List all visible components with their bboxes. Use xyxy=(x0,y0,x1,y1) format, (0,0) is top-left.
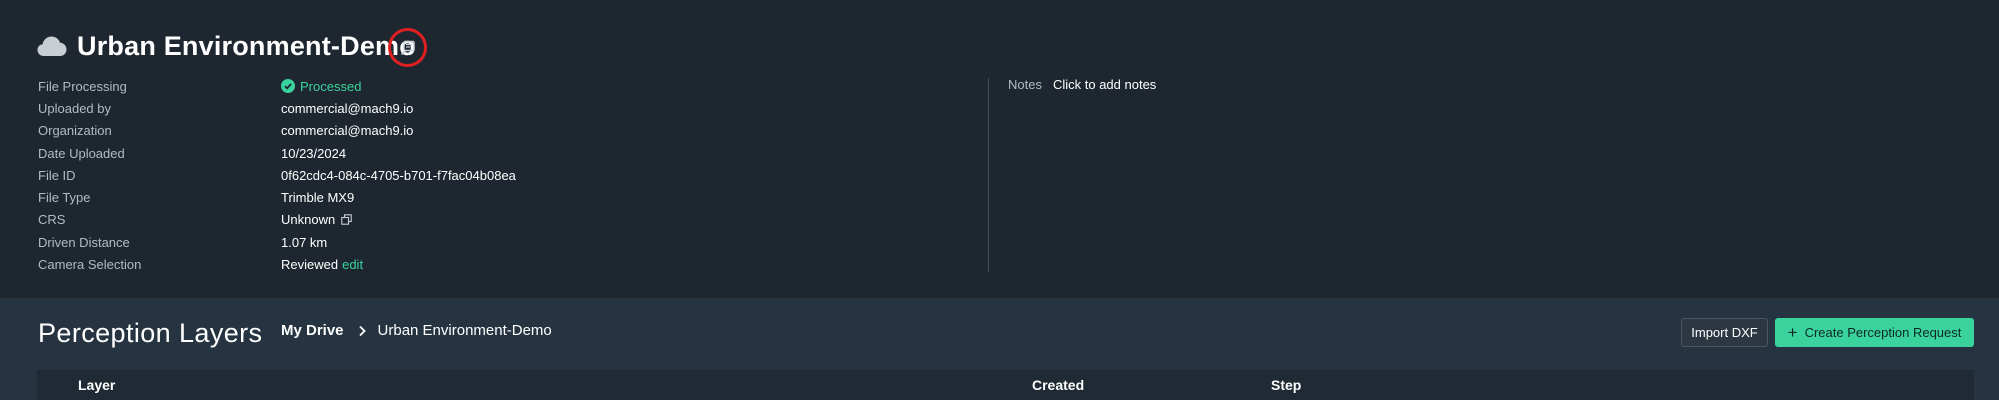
breadcrumb-current: Urban Environment-Demo xyxy=(377,322,552,339)
create-perception-request-button[interactable]: + Create Perception Request xyxy=(1775,318,1974,347)
meta-value: commercial@mach9.io xyxy=(281,123,414,139)
plus-icon: + xyxy=(1787,323,1798,342)
title-row: Urban Environment-Demo xyxy=(37,28,416,64)
status-badge: Processed xyxy=(281,79,361,94)
file-metadata: File Processing Processed Uploaded by co… xyxy=(38,75,638,276)
vertical-divider xyxy=(988,78,989,272)
meta-value: Trimble MX9 xyxy=(281,190,355,206)
meta-label: File ID xyxy=(38,167,76,183)
import-dxf-button[interactable]: Import DXF xyxy=(1681,318,1768,347)
perception-layers-section: Perception Layers My Drive Urban Environ… xyxy=(0,298,1999,400)
meta-label: File Type xyxy=(38,190,91,206)
column-header-step[interactable]: Step xyxy=(1271,377,1301,393)
check-circle-icon xyxy=(281,79,295,94)
crs-value: Unknown xyxy=(281,212,336,228)
edit-camera-link[interactable]: edit xyxy=(342,257,363,272)
meta-row-file-id: File ID 0f62cdc4-084c-4705-b701-f7fac04b… xyxy=(38,164,638,186)
breadcrumb: My Drive Urban Environment-Demo xyxy=(281,322,552,339)
meta-value-crs: Unknown xyxy=(281,212,352,227)
meta-label: File Processing xyxy=(38,78,127,94)
meta-label: Driven Distance xyxy=(38,234,130,250)
meta-value-camera: Reviewed edit xyxy=(281,257,363,272)
meta-row-file-type: File Type Trimble MX9 xyxy=(38,186,638,208)
meta-label: Organization xyxy=(38,123,112,139)
status-text: Processed xyxy=(300,78,362,94)
meta-label: CRS xyxy=(38,212,66,228)
meta-row-organization: Organization commercial@mach9.io xyxy=(38,120,638,142)
page-title: Urban Environment-Demo xyxy=(77,30,416,61)
cloud-icon xyxy=(37,35,67,57)
meta-label: Uploaded by xyxy=(38,100,111,116)
meta-value: 10/23/2024 xyxy=(281,145,347,161)
section-title: Perception Layers xyxy=(38,318,263,348)
edit-title-icon[interactable] xyxy=(388,28,427,67)
file-details-panel: Urban Environment-Demo File Processing P… xyxy=(0,0,1999,298)
meta-row-date-uploaded: Date Uploaded 10/23/2024 xyxy=(38,142,638,164)
column-header-layer[interactable]: Layer xyxy=(78,377,115,393)
meta-row-crs: CRS Unknown xyxy=(38,209,638,231)
column-header-created[interactable]: Created xyxy=(1032,377,1084,393)
meta-value: 0f62cdc4-084c-4705-b701-f7fac04b08ea xyxy=(281,167,516,183)
notes-section: Notes Click to add notes xyxy=(1008,77,1156,92)
chevron-right-icon xyxy=(358,325,366,337)
notes-input[interactable]: Click to add notes xyxy=(1053,77,1156,92)
meta-row-uploaded-by: Uploaded by commercial@mach9.io xyxy=(38,97,638,119)
meta-value: commercial@mach9.io xyxy=(281,100,414,116)
camera-selection-value: Reviewed xyxy=(281,257,339,273)
meta-label: Date Uploaded xyxy=(38,145,125,161)
meta-row-camera-selection: Camera Selection Reviewed edit xyxy=(38,253,638,275)
copy-icon[interactable] xyxy=(341,214,352,226)
meta-row-file-processing: File Processing Processed xyxy=(38,75,638,97)
meta-row-driven-distance: Driven Distance 1.07 km xyxy=(38,231,638,253)
notes-label: Notes xyxy=(1008,77,1042,92)
meta-label: Camera Selection xyxy=(38,257,142,273)
create-perception-label: Create Perception Request xyxy=(1804,325,1962,340)
breadcrumb-my-drive[interactable]: My Drive xyxy=(281,322,344,339)
table-header: Layer Created Step xyxy=(37,370,1974,400)
meta-value: 1.07 km xyxy=(281,234,328,250)
